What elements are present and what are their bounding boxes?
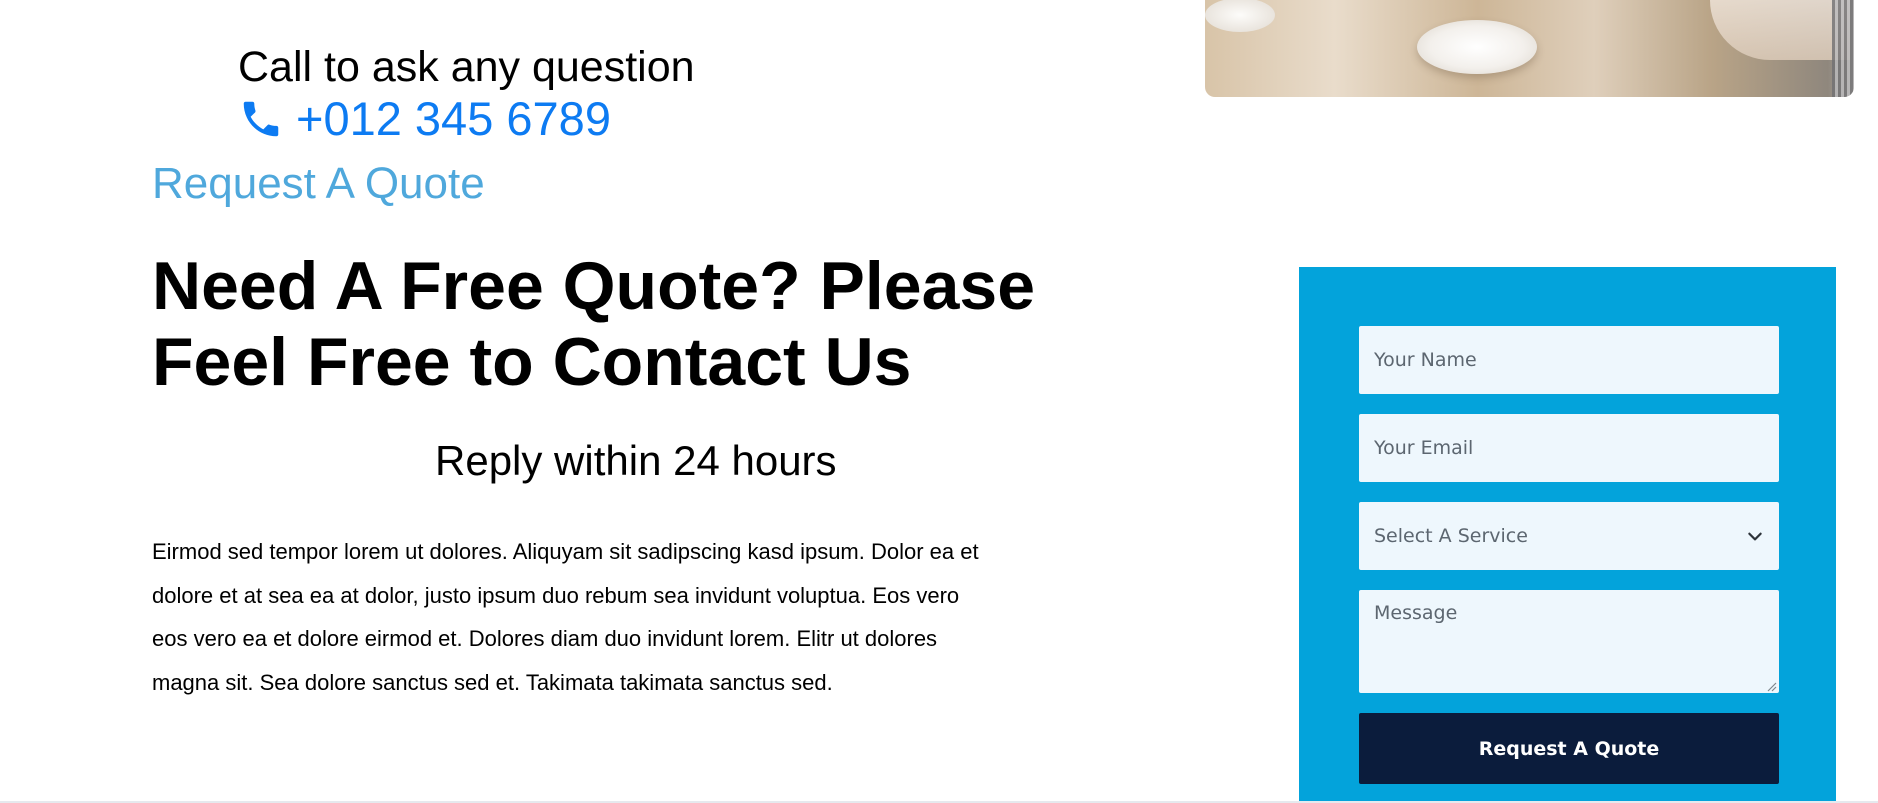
quote-form: Select A Service Request A Quote	[1299, 267, 1836, 803]
description-text: Eirmod sed tempor lorem ut dolores. Aliq…	[152, 539, 979, 695]
phone-row: +012 345 6789	[238, 94, 695, 144]
request-quote-button[interactable]: Request A Quote	[1359, 713, 1779, 784]
call-block: Call to ask any question +012 345 6789	[238, 42, 695, 144]
stripe-shape	[1832, 0, 1854, 97]
message-textarea[interactable]	[1359, 590, 1779, 693]
page-title: Need A Free Quote? Please Feel Free to C…	[152, 248, 1036, 400]
service-select[interactable]: Select A Service	[1359, 502, 1779, 570]
name-input[interactable]	[1359, 326, 1779, 394]
phone-number-link[interactable]: +012 345 6789	[296, 94, 611, 144]
page: Call to ask any question +012 345 6789 R…	[0, 0, 1878, 803]
chevron-down-icon	[1746, 527, 1764, 545]
saucer-shape	[1205, 0, 1275, 32]
call-label: Call to ask any question	[238, 43, 695, 91]
resize-handle-icon[interactable]	[1765, 679, 1777, 692]
phone-icon	[238, 96, 284, 142]
coffee-cup-shape	[1417, 20, 1537, 74]
service-select-value: Select A Service	[1374, 525, 1528, 547]
hand-shape	[1710, 0, 1850, 60]
hero-image	[1205, 0, 1854, 97]
reply-note: Reply within 24 hours	[435, 437, 837, 484]
section-eyebrow: Request A Quote	[152, 159, 485, 208]
email-input[interactable]	[1359, 414, 1779, 482]
